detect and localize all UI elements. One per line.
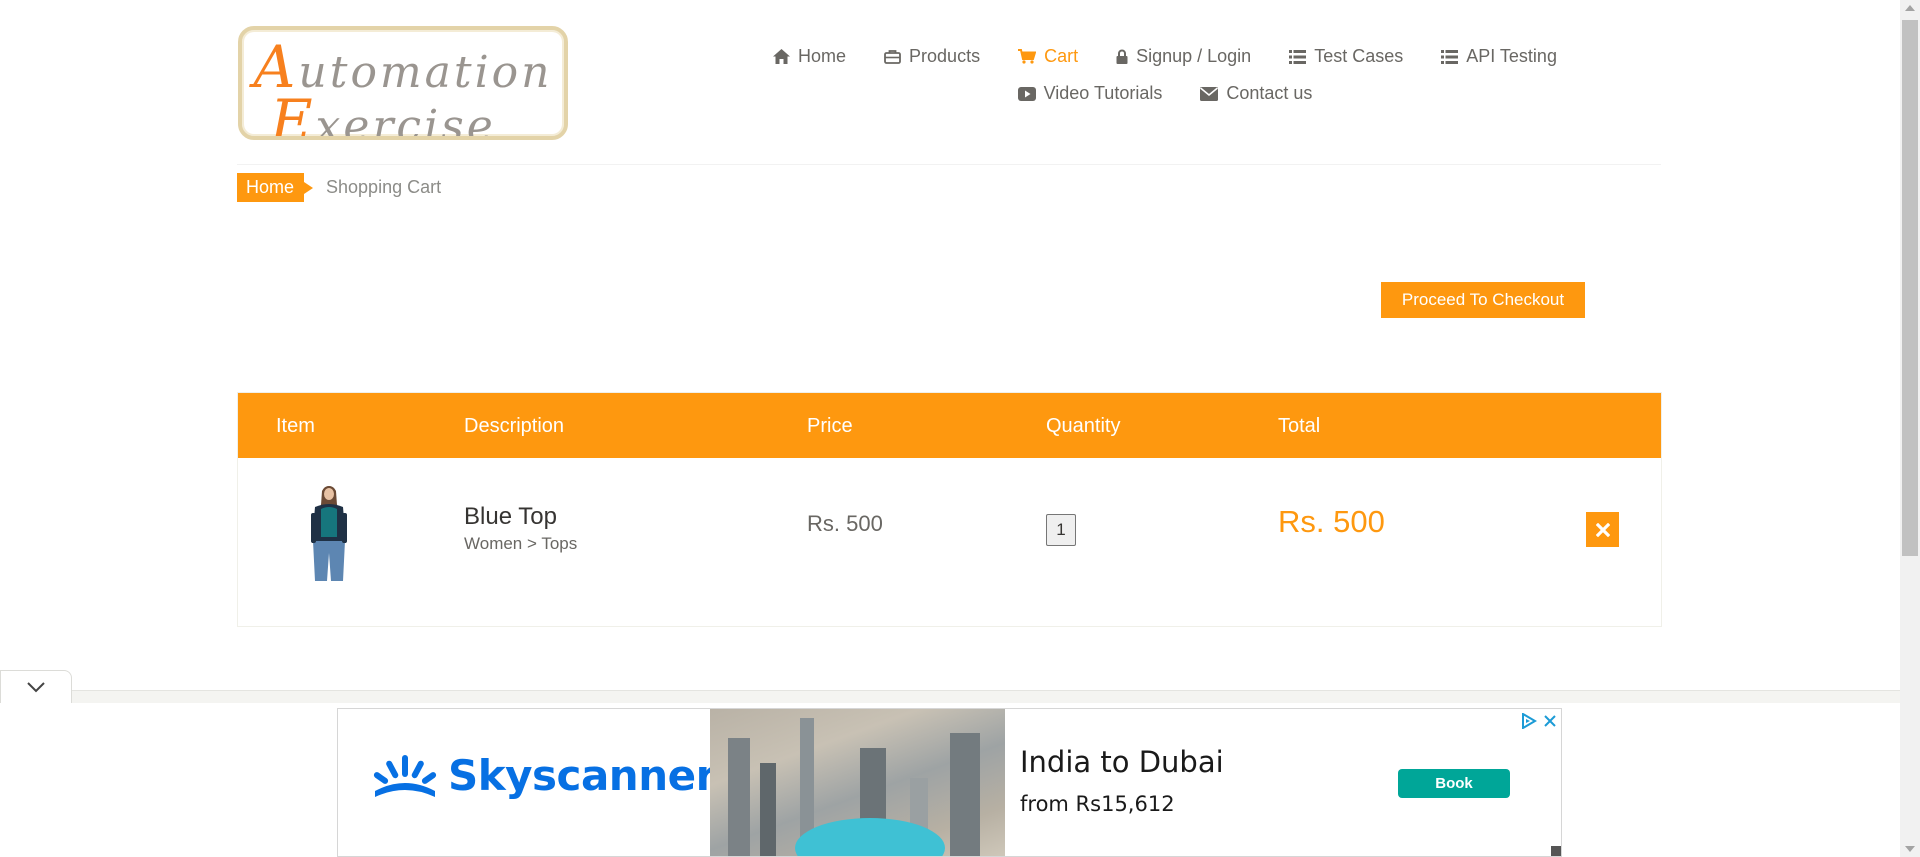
- nav-test-cases-label: Test Cases: [1314, 46, 1404, 66]
- scrollbar-thumb[interactable]: [1902, 20, 1918, 556]
- header-divider: [237, 164, 1661, 165]
- ad-banner-area: Skyscanner India to Dubai from Rs15,612 …: [0, 705, 1900, 857]
- photo-tower: [760, 763, 776, 856]
- column-header-quantity: Quantity: [1046, 415, 1121, 437]
- chevron-down-icon: [27, 682, 45, 693]
- ad-city-photo: [710, 709, 1005, 856]
- scroll-up-arrow-icon[interactable]: [1905, 5, 1915, 11]
- scroll-down-arrow-icon[interactable]: [1905, 846, 1915, 852]
- table-row: Blue Top Women > Tops Rs. 500 1 Rs. 500: [238, 458, 1661, 626]
- breadcrumb: Home Shopping Cart: [237, 173, 441, 202]
- photo-tower: [728, 738, 750, 856]
- quantity-button[interactable]: 1: [1046, 514, 1076, 546]
- logo-line-1-rest: utomation: [298, 47, 553, 98]
- column-header-total: Total: [1278, 415, 1321, 437]
- sunrise-icon: [373, 754, 437, 797]
- ad-choices-icon[interactable]: [1521, 713, 1537, 729]
- product-total: Rs. 500: [1278, 504, 1385, 539]
- nav-signup-login-label: Signup / Login: [1136, 46, 1252, 66]
- nav-home[interactable]: Home: [773, 46, 846, 67]
- lock-icon: [1116, 49, 1128, 64]
- ad-book-button[interactable]: Book: [1398, 769, 1510, 798]
- site-logo[interactable]: Automation Exercise: [238, 26, 568, 140]
- ad-choices: [1521, 713, 1557, 729]
- nav-signup-login[interactable]: Signup / Login: [1116, 46, 1251, 67]
- nav-test-cases[interactable]: Test Cases: [1289, 46, 1403, 67]
- ad-corner-marker: [1551, 846, 1561, 856]
- product-name-link[interactable]: Blue Top: [464, 503, 557, 531]
- product-price: Rs. 500: [807, 511, 883, 536]
- logo-line-2-rest: xercise: [315, 101, 496, 140]
- nav-api-testing-label: API Testing: [1466, 46, 1557, 66]
- nav-video-tutorials[interactable]: Video Tutorials: [1017, 83, 1163, 104]
- cart-table: Item Description Price Quantity Total Bl…: [237, 392, 1662, 627]
- column-header-item: Item: [276, 415, 315, 437]
- list-icon: [1289, 49, 1307, 64]
- column-header-description: Description: [464, 415, 565, 437]
- nav-home-label: Home: [798, 46, 847, 66]
- nav-row-2: Video Tutorials Contact us: [730, 75, 1600, 112]
- breadcrumb-current: Shopping Cart: [326, 177, 442, 197]
- nav-products-label: Products: [909, 46, 981, 66]
- list-icon: [1441, 49, 1459, 64]
- ad-brand-name: Skyscanner: [448, 751, 716, 800]
- fold-divider: [0, 690, 1900, 703]
- cart-table-header: Item Description Price Quantity Total: [238, 393, 1661, 458]
- ad-title: India to Dubai: [1020, 745, 1224, 779]
- logo-line-2: Exercise: [242, 92, 544, 140]
- youtube-play-icon: [1017, 86, 1036, 101]
- shopping-cart-icon: [1018, 49, 1037, 64]
- skyscanner-logo: Skyscanner: [372, 751, 716, 800]
- nav-contact-us-label: Contact us: [1226, 83, 1313, 103]
- home-icon: [773, 49, 791, 64]
- nav-api-testing[interactable]: API Testing: [1441, 46, 1557, 67]
- main-nav: Home Products Cart Signup / Login Test C…: [730, 38, 1600, 112]
- close-icon: [1595, 522, 1610, 537]
- nav-products[interactable]: Products: [884, 46, 980, 67]
- nav-cart-label: Cart: [1044, 46, 1079, 66]
- close-ad-icon[interactable]: [1543, 714, 1557, 728]
- nav-cart[interactable]: Cart: [1018, 46, 1078, 67]
- nav-video-tutorials-label: Video Tutorials: [1043, 83, 1163, 103]
- column-header-price: Price: [807, 415, 853, 437]
- product-image[interactable]: [300, 481, 358, 583]
- proceed-to-checkout-button[interactable]: Proceed To Checkout: [1381, 282, 1585, 318]
- nav-contact-us[interactable]: Contact us: [1200, 83, 1312, 104]
- photo-tower: [950, 733, 980, 856]
- vertical-scrollbar[interactable]: [1900, 0, 1920, 857]
- ad-subtitle: from Rs15,612: [1020, 792, 1175, 816]
- collapse-ad-toggle[interactable]: [0, 670, 72, 703]
- nav-row-1: Home Products Cart Signup / Login Test C…: [730, 38, 1600, 75]
- ad-banner[interactable]: Skyscanner India to Dubai from Rs15,612 …: [337, 708, 1562, 857]
- briefcase-icon: [884, 50, 901, 64]
- product-category: Women > Tops: [464, 534, 578, 553]
- delete-item-button[interactable]: [1586, 512, 1619, 547]
- envelope-icon: [1200, 86, 1219, 101]
- breadcrumb-home[interactable]: Home: [237, 173, 314, 202]
